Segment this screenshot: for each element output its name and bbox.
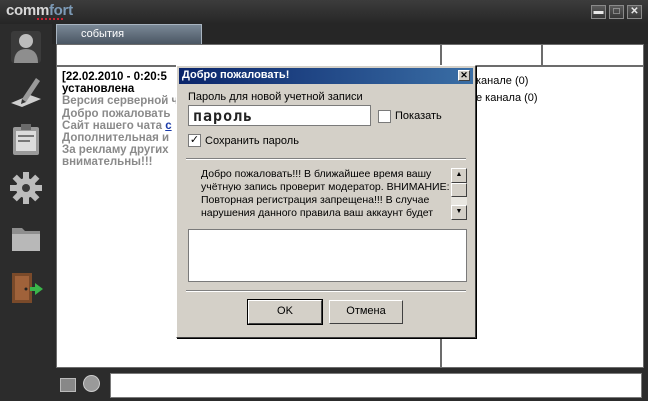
maximize-button[interactable]: □ [609,5,624,19]
clipboard-icon[interactable] [8,121,44,157]
title-bar[interactable]: commfort ▬ □ ✕ [0,0,648,24]
message-input[interactable] [110,373,642,398]
notes-textarea[interactable] [188,229,467,282]
channel-header-right [542,44,644,66]
minimize-button[interactable]: ▬ [591,5,606,19]
exit-door-icon[interactable] [8,270,44,306]
settings-gear-icon[interactable] [8,170,44,206]
save-password-label: Сохранить пароль [205,135,299,147]
logo-part-1: comm [6,2,49,19]
logo-part-2: fort [48,2,73,19]
tab-events[interactable]: события [56,24,202,44]
dialog-title: Добро пожаловать! [182,69,290,81]
show-password-checkbox[interactable] [378,110,391,123]
logo-underline [37,18,65,20]
divider [186,158,466,160]
cancel-button[interactable]: Отмена [329,300,403,324]
welcome-dialog: Добро пожаловать! ✕ Пароль для новой уче… [176,65,476,338]
chat-site-link[interactable]: с [165,120,171,132]
app-logo: commfort [6,2,73,19]
smiley-icon[interactable] [83,375,100,392]
scroll-thumb[interactable] [451,183,467,197]
show-password-label: Показать [395,110,442,122]
welcome-notice: Добро пожаловать!!! В ближайшее время ва… [201,168,450,219]
scroll-up-icon[interactable]: ▲ [451,168,467,183]
close-button[interactable]: ✕ [627,5,642,19]
chat-header [56,44,441,66]
ok-button[interactable]: OK [247,299,323,325]
save-password-checkbox[interactable]: ✓ [188,134,201,147]
password-label: Пароль для новой учетной записи [188,91,363,103]
edit-icon[interactable] [8,74,44,110]
bottom-bar [52,370,648,401]
user-profile-icon[interactable] [8,28,44,64]
password-input[interactable]: пароль [188,105,371,126]
tab-strip: события [52,24,648,44]
image-icon[interactable] [60,378,76,392]
scroll-down-icon[interactable]: ▼ [451,205,467,220]
folder-icon[interactable] [8,220,44,256]
channel-header-left [441,44,542,66]
commfort-window: commfort ▬ □ ✕ события [22.02.2010 - 0:2… [0,0,648,401]
dialog-title-bar[interactable]: Добро пожаловать! ✕ [179,68,473,84]
chat-line-text: Сайт нашего чата [62,119,166,132]
dialog-close-button[interactable]: ✕ [458,70,470,81]
notice-scrollbar[interactable]: ▲ ▼ [451,168,467,220]
divider [186,290,466,292]
left-toolbar [0,24,52,401]
